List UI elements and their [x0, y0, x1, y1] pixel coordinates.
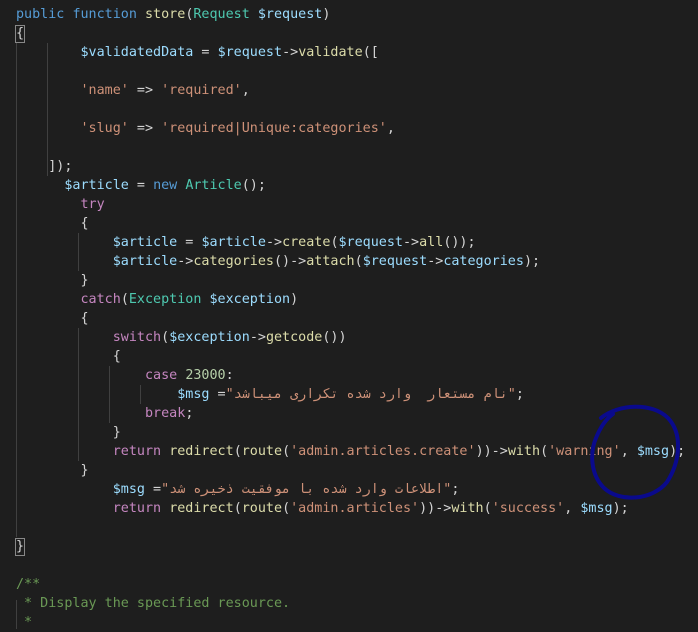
hand-drawn-circle-annotation [590, 404, 681, 500]
code-editor[interactable]: public function store(Request $request){… [0, 0, 698, 630]
